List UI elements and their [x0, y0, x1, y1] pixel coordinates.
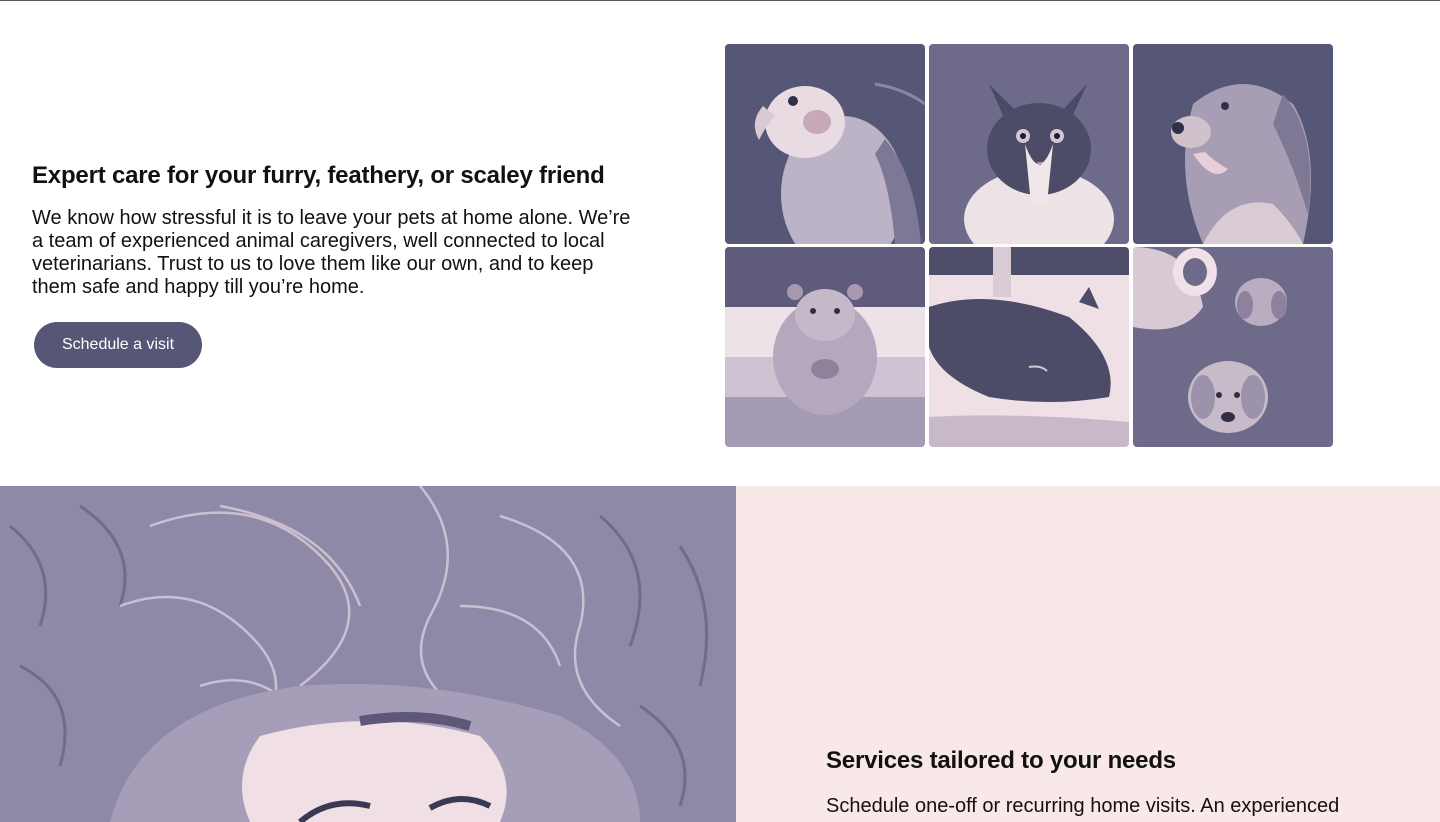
hero-title: Expert care for your furry, feathery, or…	[32, 162, 605, 189]
schedule-visit-button[interactable]: Schedule a visit	[34, 322, 202, 368]
photo-hamster	[725, 247, 925, 447]
services-section: Services tailored to your needs Schedule…	[736, 486, 1440, 822]
hero-description: We know how stressful it is to leave you…	[32, 207, 631, 298]
photo-sleeping-cat	[929, 247, 1129, 447]
photo-two-puppies	[1133, 247, 1333, 447]
photo-cockatiel	[725, 44, 925, 244]
hero-text: Expert care for your furry, feathery, or…	[32, 161, 642, 299]
pet-photo-gallery	[725, 44, 1333, 447]
services-description: Schedule one-off or recurring home visit…	[826, 795, 1340, 817]
hero-section: Expert care for your furry, feathery, or…	[0, 1, 1440, 486]
photo-cat	[929, 44, 1129, 244]
services-title: Services tailored to your needs	[826, 747, 1176, 774]
photo-golden-retriever	[1133, 44, 1333, 244]
woman-lying-on-grass-photo	[0, 486, 736, 822]
